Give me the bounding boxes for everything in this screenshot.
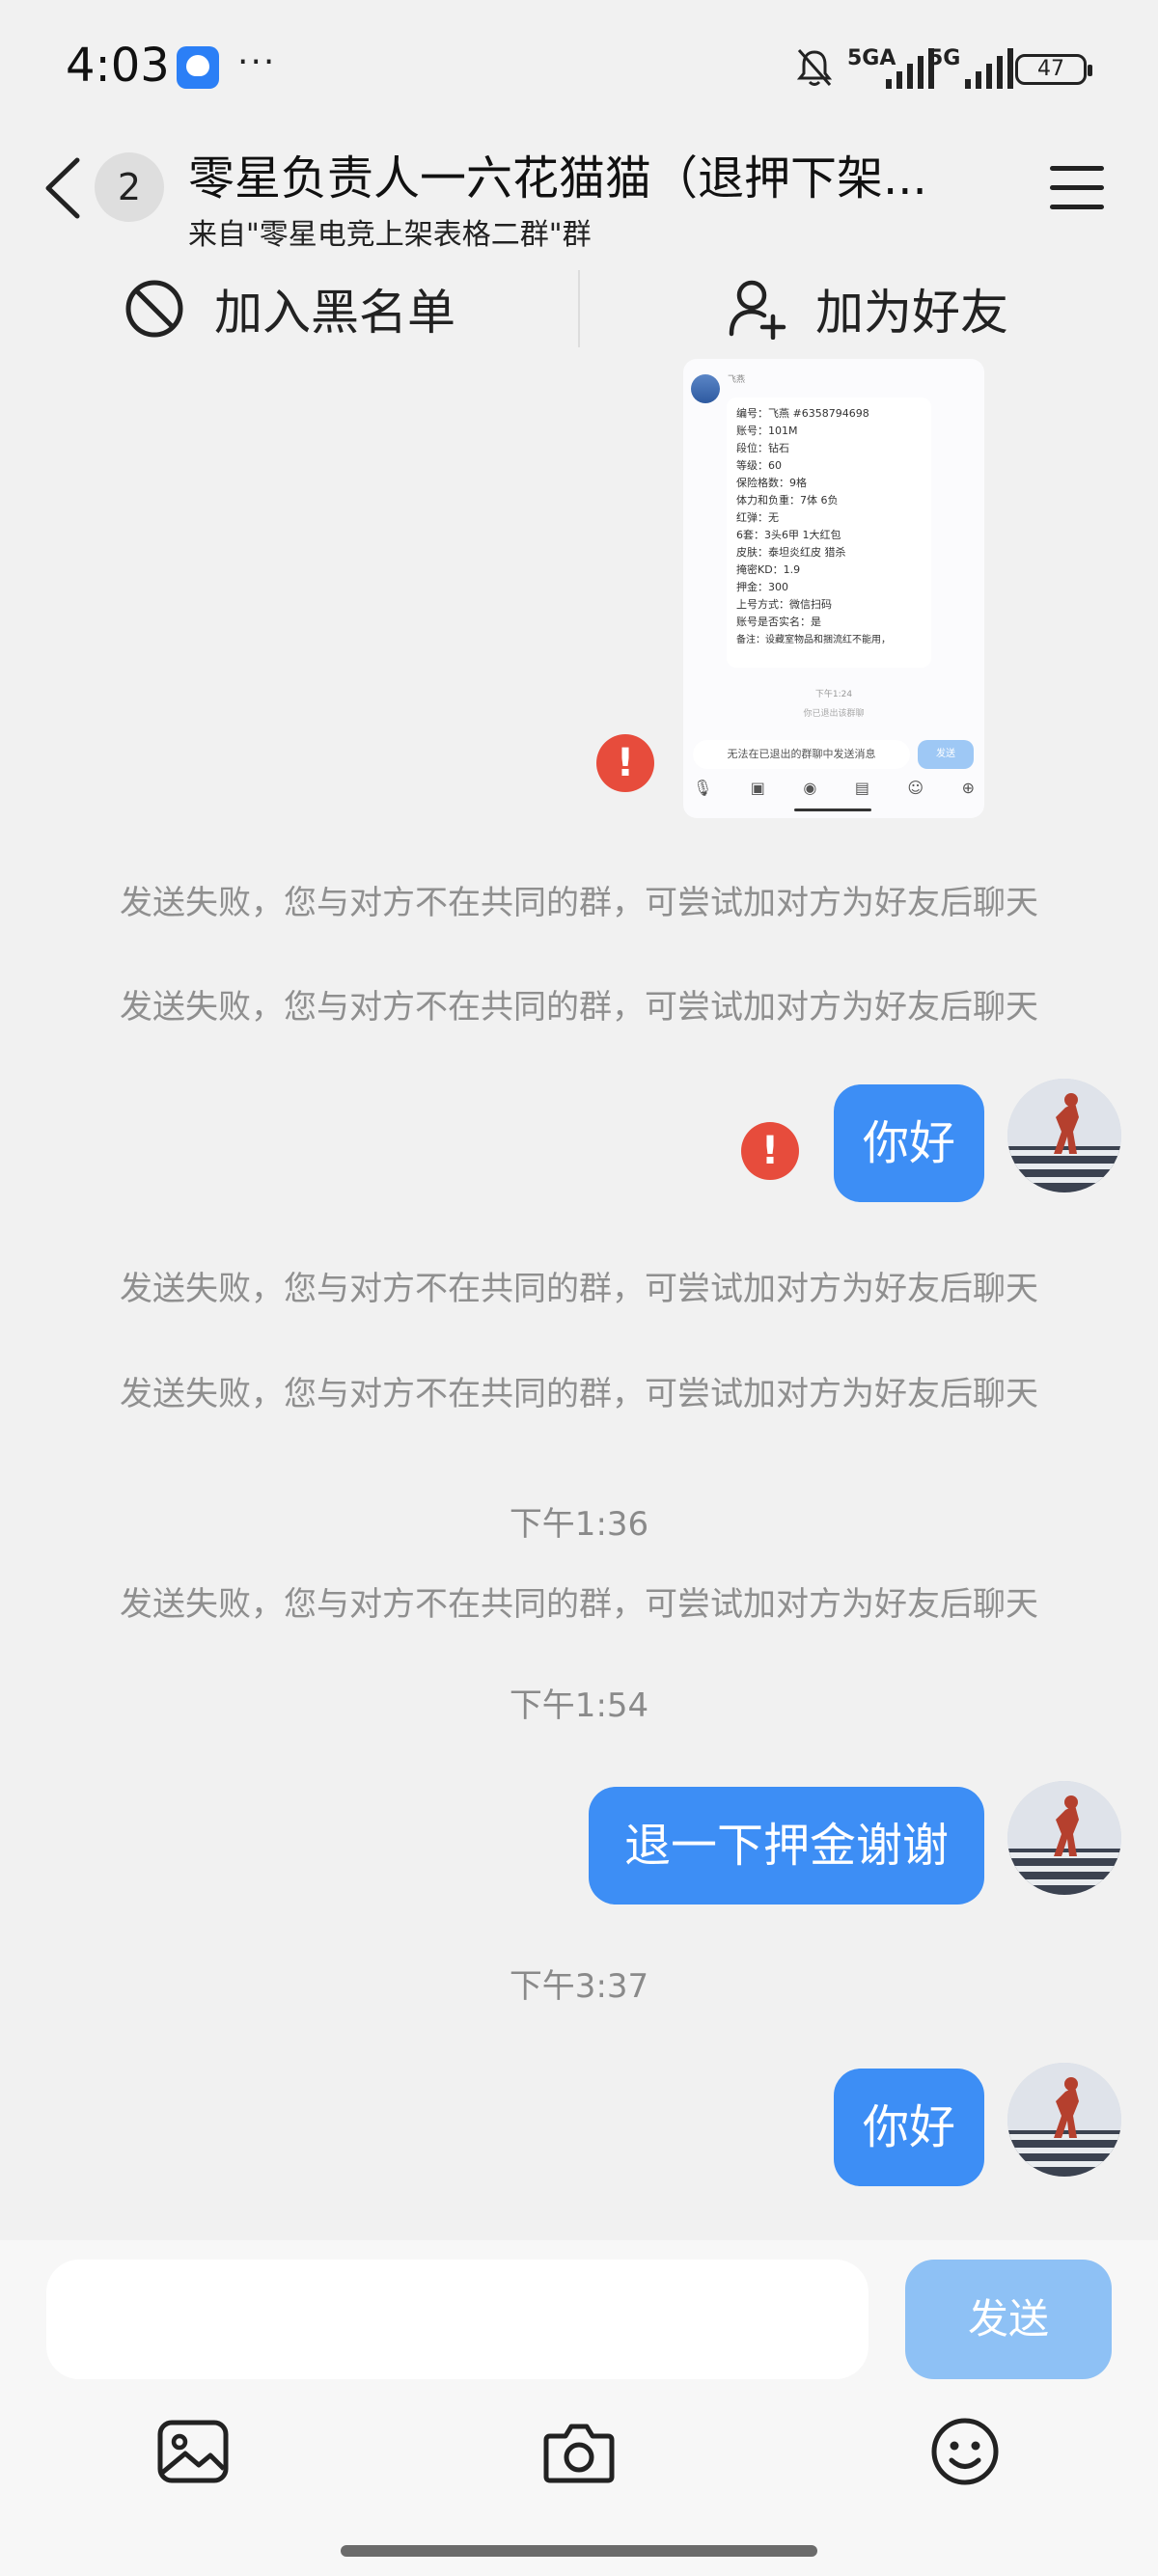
send-failed-notice: 发送失败，您与对方不在共同的群，可尝试加对方为好友后聊天 bbox=[120, 884, 1038, 922]
message-input[interactable] bbox=[46, 2260, 868, 2379]
mini-line: 体力和负重：7体 6负 bbox=[736, 494, 839, 507]
mini-line: 编号：飞燕 #6358794698 bbox=[736, 407, 869, 420]
emoji-icon[interactable] bbox=[928, 2417, 1002, 2486]
menu-icon[interactable] bbox=[1050, 166, 1104, 210]
add-friend-label: 加为好友 bbox=[815, 285, 1008, 341]
avatar[interactable] bbox=[1007, 1079, 1121, 1192]
camera-icon[interactable] bbox=[542, 2417, 616, 2486]
avatar-image bbox=[1007, 2063, 1121, 2177]
add-to-blacklist-button[interactable]: 加入黑名单 bbox=[124, 270, 455, 347]
status-time: 4:03 bbox=[66, 39, 170, 93]
mini-line: 上号方式：微信扫码 bbox=[736, 598, 832, 611]
mini-toolbar: 🎙 ▣ ◉ ▤ ☺ ⊕ bbox=[693, 779, 975, 797]
mini-send-button: 发送 bbox=[918, 740, 974, 769]
mute-bell-icon bbox=[796, 49, 833, 86]
mini-sender: 飞燕 bbox=[728, 375, 746, 385]
signal-strength-icon bbox=[886, 46, 934, 89]
message-bubble[interactable]: 你好 bbox=[834, 2069, 984, 2186]
block-icon bbox=[125, 280, 183, 338]
blacklist-label: 加入黑名单 bbox=[214, 285, 455, 341]
image-message[interactable]: 飞燕 编号：飞燕 #6358794698 账号：101M 段位：钻石 等级：60… bbox=[683, 359, 984, 818]
mini-input: 无法在已退出的群聊中发送消息 bbox=[693, 740, 910, 769]
signal-strength-icon-2 bbox=[965, 46, 1013, 89]
mini-timestamp: 下午1:24 bbox=[814, 690, 853, 699]
chat-subtitle: 来自"零星电竞上架表格二群"群 bbox=[188, 218, 592, 252]
mini-line: 红弹：无 bbox=[736, 511, 779, 524]
mini-home-indicator bbox=[794, 808, 871, 811]
timestamp: 下午1:54 bbox=[509, 1686, 649, 1725]
mini-line: 备注：设藏室物品和捆流红不能用， bbox=[736, 635, 891, 645]
add-friend-button[interactable]: 加为好友 bbox=[729, 270, 1008, 347]
mini-file-icon: ▤ bbox=[854, 779, 869, 797]
mini-line: 账号是否实名：是 bbox=[736, 616, 821, 628]
mini-line: 账号：101M bbox=[736, 425, 798, 437]
mini-group-note: 你已退出该群聊 bbox=[803, 709, 865, 719]
message-bubble[interactable]: 退一下押金谢谢 bbox=[589, 1787, 984, 1905]
send-failed-notice: 发送失败，您与对方不在共同的群，可尝试加对方为好友后聊天 bbox=[120, 1270, 1038, 1308]
more-notifications-icon: ··· bbox=[237, 42, 277, 82]
battery-icon: 47 bbox=[1015, 54, 1092, 85]
status-bar: 4:03 ··· 5GA 5G 47 bbox=[0, 0, 1158, 135]
avatar[interactable] bbox=[1007, 1781, 1121, 1895]
mini-mic-icon: 🎙 bbox=[693, 779, 713, 797]
send-failed-icon[interactable]: ! bbox=[596, 734, 654, 792]
action-divider bbox=[578, 270, 580, 347]
mini-line: 掩密KD：1.9 bbox=[736, 563, 801, 576]
mini-image-icon: ▣ bbox=[750, 779, 765, 797]
mini-line: 保险格数：9格 bbox=[736, 477, 807, 489]
chat-title: 零星负责人一六花猫猫（退押下架... bbox=[188, 151, 927, 206]
network-type-label-2: 5G bbox=[928, 46, 961, 70]
send-failed-icon[interactable]: ! bbox=[741, 1122, 799, 1180]
send-button[interactable]: 发送 bbox=[905, 2260, 1112, 2379]
message-bubble[interactable]: 你好 bbox=[834, 1084, 984, 1202]
mini-line: 6套：3头6甲 1大红包 bbox=[736, 529, 841, 541]
mini-plus-icon: ⊕ bbox=[961, 779, 975, 797]
avatar-image bbox=[1007, 1079, 1121, 1192]
back-arrow-icon[interactable] bbox=[41, 154, 87, 222]
mini-line: 押金：300 bbox=[736, 581, 788, 593]
mini-emoji-icon: ☺ bbox=[907, 779, 924, 797]
send-failed-notice: 发送失败，您与对方不在共同的群，可尝试加对方为好友后聊天 bbox=[120, 1375, 1038, 1413]
image-picker-icon[interactable] bbox=[156, 2417, 230, 2486]
mini-camera-icon: ◉ bbox=[803, 779, 817, 797]
app-notification-icon bbox=[177, 46, 219, 89]
avatar-image bbox=[1007, 1781, 1121, 1895]
mini-line: 皮肤：泰坦炎红皮 猎杀 bbox=[736, 546, 846, 559]
timestamp: 下午3:37 bbox=[509, 1967, 649, 2006]
mini-line: 段位：钻石 bbox=[736, 442, 789, 454]
mini-line: 等级：60 bbox=[736, 459, 782, 472]
mini-avatar bbox=[691, 374, 720, 403]
home-indicator bbox=[341, 2545, 817, 2557]
add-user-icon bbox=[729, 280, 786, 340]
unread-count-badge[interactable]: 2 bbox=[95, 152, 164, 222]
timestamp: 下午1:36 bbox=[509, 1505, 649, 1544]
send-failed-notice: 发送失败，您与对方不在共同的群，可尝试加对方为好友后聊天 bbox=[120, 988, 1038, 1027]
avatar[interactable] bbox=[1007, 2063, 1121, 2177]
mini-message-card: 编号：飞燕 #6358794698 账号：101M 段位：钻石 等级：60 保险… bbox=[727, 397, 931, 668]
send-failed-notice: 发送失败，您与对方不在共同的群，可尝试加对方为好友后聊天 bbox=[120, 1585, 1038, 1624]
